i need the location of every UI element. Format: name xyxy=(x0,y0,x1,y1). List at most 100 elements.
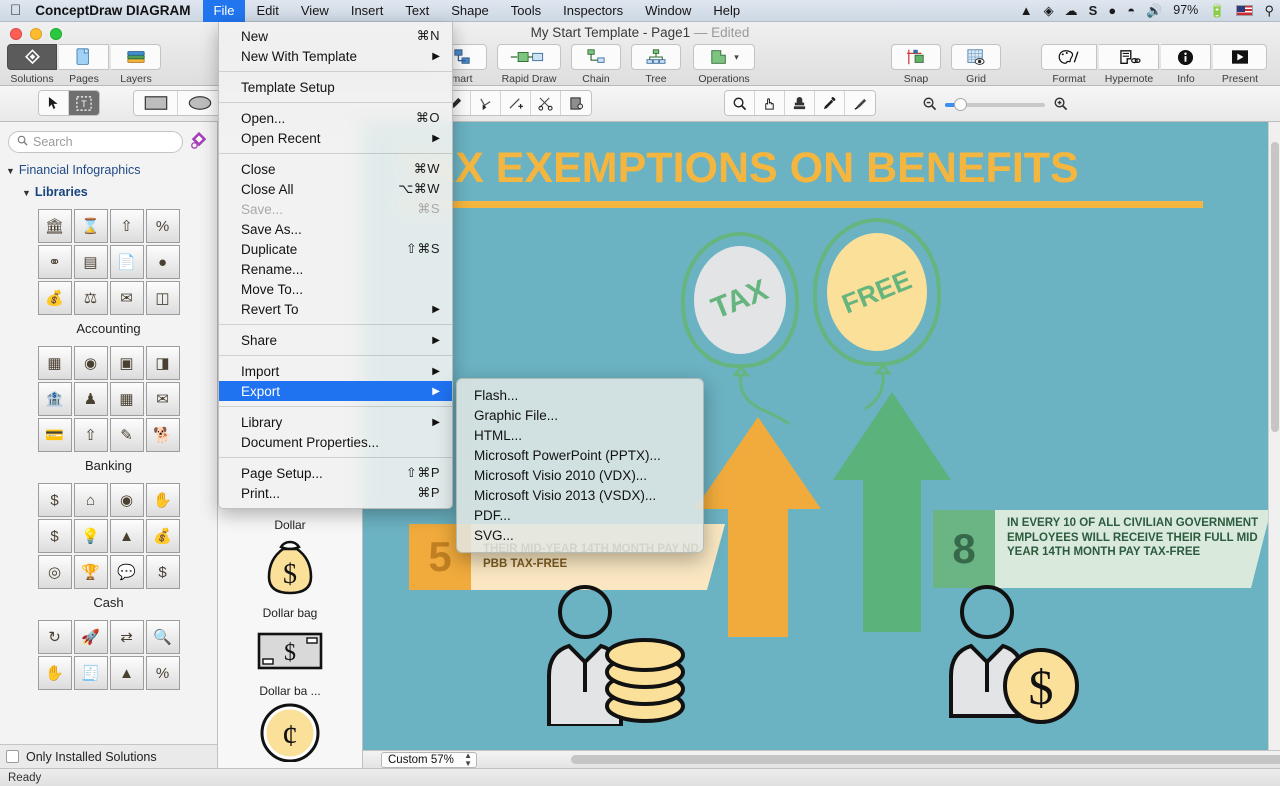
coin-cycle-icon[interactable]: ↻ xyxy=(37,620,72,654)
menu-insert[interactable]: Insert xyxy=(340,0,395,22)
envelope-money-icon[interactable]: ✉ xyxy=(145,382,180,416)
calculator-coins-icon[interactable]: ▤ xyxy=(73,245,108,279)
export-item-microsoft-visio-2010-vdx[interactable]: Microsoft Visio 2010 (VDX)... xyxy=(457,465,703,485)
snap-icon[interactable] xyxy=(891,44,941,70)
toolbar-snap-button[interactable]: Snap xyxy=(890,44,942,85)
house-dollar-icon[interactable]: ⌂ xyxy=(73,483,108,517)
us-flag-icon[interactable] xyxy=(1236,5,1254,16)
export-item-microsoft-powerpoint-pptx[interactable]: Microsoft PowerPoint (PPTX)... xyxy=(457,445,703,465)
menu-item-move-to[interactable]: Move To... xyxy=(219,279,452,299)
polyline-node-icon[interactable] xyxy=(471,91,501,115)
toolbar-chain-button[interactable]: Chain xyxy=(570,44,622,85)
export-item-html[interactable]: HTML... xyxy=(457,425,703,445)
market-stall-icon[interactable]: ▲ xyxy=(109,656,144,690)
dollar-tag-icon[interactable]: $ xyxy=(145,555,180,589)
library-cash[interactable]: $ ⌂ ◉ ✋ $ 💡 ▲ 💰 ◎ 🏆 💬 $ Cash xyxy=(0,483,217,610)
speech-dollar-icon[interactable]: 💬 xyxy=(109,555,144,589)
solutions-diamond-icon[interactable] xyxy=(7,44,57,70)
export-submenu[interactable]: Flash... Graphic File... HTML... Microsoft … xyxy=(456,378,704,553)
menu-item-import[interactable]: Import ▶ xyxy=(219,361,452,381)
search-input[interactable]: Search xyxy=(8,130,183,153)
toolbar-rapid-draw-button[interactable]: Rapid Draw xyxy=(496,44,562,85)
info-circle-icon[interactable] xyxy=(1161,44,1211,70)
export-item-microsoft-visio-2013-vsdx[interactable]: Microsoft Visio 2013 (VSDX)... xyxy=(457,485,703,505)
text-box-icon[interactable]: T xyxy=(69,91,99,115)
rectangle-icon[interactable] xyxy=(134,91,178,115)
only-installed-solutions-checkbox[interactable]: Only Installed Solutions xyxy=(0,744,217,768)
person-with-coin-stack[interactable] xyxy=(541,584,693,729)
magnifier-icon[interactable] xyxy=(725,91,755,115)
export-item-flash[interactable]: Flash... xyxy=(457,385,703,405)
library-extra[interactable]: ↻ 🚀 ⇄ 🔍 ✋ 🧾 ▲ % xyxy=(0,620,217,690)
ellipse-icon[interactable] xyxy=(178,91,222,115)
toolbar-tree-button[interactable]: Tree xyxy=(630,44,682,85)
dollar-search-icon[interactable]: 🔍 xyxy=(145,620,180,654)
toolbar-hypernote-button[interactable]: Hypernote xyxy=(1098,44,1160,85)
menu-window[interactable]: Window xyxy=(634,0,702,22)
hand-dollar-icon[interactable]: ✋ xyxy=(145,483,180,517)
checkbox-box[interactable] xyxy=(6,750,19,763)
tree-icon[interactable] xyxy=(631,44,681,70)
zoom-level-select[interactable]: Custom 57% ▲ ▼ xyxy=(381,751,477,768)
chain-icon[interactable] xyxy=(571,44,621,70)
library-accounting[interactable]: 🏛 ⌛ ⇧ % ⚭ ▤ 📄 ● 💰 ⚖ ✉ ◫ Accounting xyxy=(0,209,217,336)
hand-money-icon[interactable]: ✋ xyxy=(37,656,72,690)
app-name-label[interactable]: ConceptDraw DIAGRAM xyxy=(33,3,202,18)
menu-shape[interactable]: Shape xyxy=(440,0,500,22)
menu-item-document-properties[interactable]: Document Properties... xyxy=(219,432,452,452)
menu-item-new-with-template[interactable]: New With Template ▶ xyxy=(219,46,452,66)
toolbar-info-button[interactable]: Info xyxy=(1160,44,1212,85)
envelope-document-icon[interactable]: ✉ xyxy=(109,281,144,315)
apple-menu-icon[interactable]:  xyxy=(0,3,33,18)
hand-coin-icon[interactable]: ◉ xyxy=(73,346,108,380)
menu-help[interactable]: Help xyxy=(702,0,751,22)
gold-bars-icon[interactable]: ◨ xyxy=(145,346,180,380)
vertical-scrollbar-thumb[interactable] xyxy=(1271,142,1279,432)
menu-view[interactable]: View xyxy=(290,0,340,22)
menu-item-export[interactable]: Export ▶ xyxy=(219,381,452,401)
menu-item-rename[interactable]: Rename... xyxy=(219,259,452,279)
toolbar-pages-button[interactable]: Pages xyxy=(58,44,110,85)
sidebar-item-libraries[interactable]: ▼ Libraries xyxy=(0,181,217,203)
coins-stack-cash-icon[interactable]: ◎ xyxy=(37,555,72,589)
bank-building-icon[interactable]: 🏛 xyxy=(37,209,72,243)
percent-coins-icon[interactable]: % xyxy=(145,656,180,690)
dollar-banknote-shape[interactable]: $ xyxy=(218,624,362,678)
safe-vault-icon[interactable]: ▣ xyxy=(109,346,144,380)
scissors-cut-icon[interactable] xyxy=(531,91,561,115)
menu-item-print[interactable]: Print... ⌘P xyxy=(219,483,452,503)
menu-tools[interactable]: Tools xyxy=(500,0,552,22)
toolbar-grid-button[interactable]: Grid xyxy=(950,44,1002,85)
stamp-icon[interactable] xyxy=(785,91,815,115)
wifi-icon[interactable]: ◓ xyxy=(1127,4,1135,17)
arrow-pointer-icon[interactable] xyxy=(39,91,69,115)
mobile-bank-icon[interactable]: 🏦 xyxy=(37,382,72,416)
horizontal-scrollbar-thumb[interactable] xyxy=(571,754,1280,764)
solution-park-icon[interactable] xyxy=(189,130,209,153)
add-point-icon[interactable] xyxy=(501,91,531,115)
dropbox-icon[interactable]: ◈ xyxy=(1044,4,1054,17)
cent-coin-shape[interactable]: ¢ xyxy=(218,702,362,762)
tax-money-bag-icon[interactable]: 💰 xyxy=(37,281,72,315)
export-item-svg[interactable]: SVG... xyxy=(457,525,703,545)
menu-edit[interactable]: Edit xyxy=(245,0,289,22)
menu-item-close[interactable]: Close ⌘W xyxy=(219,159,452,179)
stepper-up-down-icon[interactable]: ▲ ▼ xyxy=(464,751,472,768)
menu-item-library[interactable]: Library ▶ xyxy=(219,412,452,432)
operations-shape-icon[interactable]: ▾ xyxy=(693,44,755,70)
toolbar-format-button[interactable]: Format xyxy=(1040,44,1098,85)
percent-calculator-icon[interactable]: % xyxy=(145,209,180,243)
menu-inspectors[interactable]: Inspectors xyxy=(552,0,634,22)
scales-balance-icon[interactable]: ⚖ xyxy=(73,281,108,315)
bank-counter-icon[interactable]: ▦ xyxy=(109,382,144,416)
duplicate-shape-icon[interactable] xyxy=(561,91,591,115)
spotlight-search-icon[interactable]: ⚲ xyxy=(1264,4,1274,17)
receipt-icon[interactable]: 🧾 xyxy=(73,656,108,690)
person-with-dollar-coin[interactable]: $ xyxy=(943,584,1093,729)
rapid-draw-icon[interactable] xyxy=(497,44,561,70)
cash-arrow-up-icon[interactable]: ⇧ xyxy=(109,209,144,243)
cloud-upload-icon[interactable]: ☁ xyxy=(1065,4,1078,17)
menu-item-save[interactable]: Save... ⌘S xyxy=(219,199,452,219)
pages-document-icon[interactable] xyxy=(59,44,109,70)
sublime-s-icon[interactable]: S xyxy=(1089,4,1098,17)
